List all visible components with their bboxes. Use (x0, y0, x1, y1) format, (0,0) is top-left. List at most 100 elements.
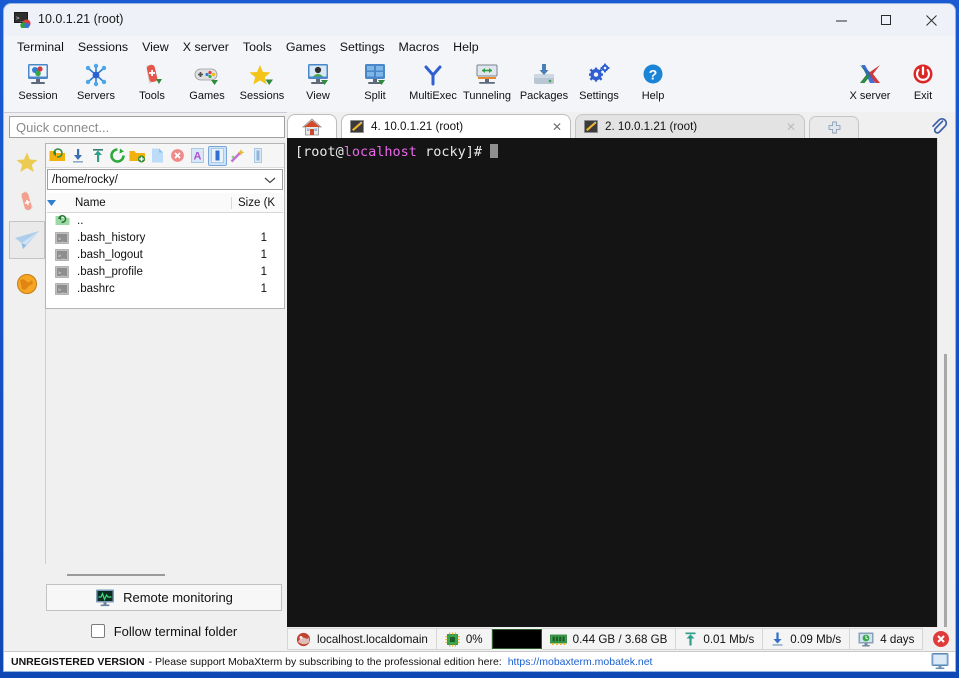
table-row[interactable]: >_ .bash_profile 1 (47, 263, 283, 280)
sftp-magic-wand[interactable] (228, 146, 247, 166)
tab-home[interactable] (287, 114, 337, 138)
remote-monitoring-button[interactable]: Remote monitoring (46, 584, 282, 611)
tab-session-2-close[interactable]: ✕ (786, 120, 796, 134)
quick-connect-input[interactable] (10, 117, 284, 137)
sort-ascending-icon[interactable] (47, 199, 75, 206)
status-memory[interactable]: 0.44 GB / 3.68 GB (541, 628, 677, 650)
svg-text:?: ? (649, 67, 658, 83)
sftp-file-list[interactable]: .. >_ .bash_history 1 >_ .bash_logout 1 … (47, 212, 283, 307)
toolbar-multiexec[interactable]: MultiExec (402, 61, 464, 109)
minimize-button[interactable] (819, 4, 864, 36)
svg-text:>_: >_ (58, 270, 65, 276)
sftp-text-mode[interactable]: A (188, 146, 207, 166)
file-size: 1 (260, 231, 267, 244)
toolbar-help[interactable]: ? Help (626, 61, 680, 109)
toolbar-tools[interactable]: Tools (123, 61, 181, 109)
splitter-grip[interactable] (67, 574, 165, 576)
table-row[interactable]: >_ .bash_history 1 (47, 229, 283, 246)
download-arrow-icon (771, 632, 784, 646)
toolbar-settings[interactable]: Settings (570, 61, 628, 109)
toolbar-exit[interactable]: Exit (898, 61, 948, 109)
toolbar-session[interactable]: Session (9, 61, 67, 109)
sidebar-sftp[interactable] (9, 221, 45, 259)
table-row[interactable]: >_ .bash_logout 1 (47, 246, 283, 263)
table-row[interactable]: .. (47, 212, 283, 229)
unregistered-label: UNREGISTERED VERSION (11, 656, 145, 668)
cpu-icon (445, 631, 460, 647)
toolbar-tunneling[interactable]: Tunneling (456, 61, 518, 109)
paperclip-icon (930, 117, 947, 135)
sftp-parent-folder[interactable] (48, 146, 67, 166)
menu-settings[interactable]: Settings (333, 37, 392, 57)
toolbar-games[interactable]: Games (178, 61, 236, 109)
close-button[interactable] (909, 4, 954, 36)
tab-session-4-close[interactable]: ✕ (552, 120, 562, 134)
sftp-upload[interactable] (88, 146, 107, 166)
sftp-show-hidden[interactable] (208, 145, 227, 166)
chevron-down-icon[interactable] (264, 176, 282, 184)
toolbar-view-label: View (306, 90, 330, 102)
toolbar-split-label: Split (364, 90, 386, 102)
sftp-new-folder[interactable] (128, 146, 147, 166)
toolbar-packages[interactable]: Packages (514, 61, 574, 109)
status-uptime[interactable]: 4 days (850, 628, 924, 650)
status-cpu[interactable]: 0% (436, 628, 492, 650)
sftp-download[interactable] (68, 146, 87, 166)
toolbar-x-server[interactable]: X server (840, 61, 900, 109)
footer-link[interactable]: https://mobaxterm.mobatek.net (508, 656, 653, 668)
follow-terminal-folder-row[interactable]: Follow terminal folder (46, 619, 282, 643)
sftp-new-file[interactable] (148, 146, 167, 166)
monitor-icon[interactable] (931, 653, 949, 670)
menu-games[interactable]: Games (279, 37, 333, 57)
file-size: 1 (260, 265, 267, 278)
toolbar-sessions[interactable]: Sessions (233, 61, 291, 109)
column-header-name[interactable]: Name (75, 197, 231, 209)
new-tab-button[interactable] (809, 116, 859, 139)
sftp-refresh[interactable] (108, 146, 127, 166)
menu-bar: Terminal Sessions View X server Tools Ga… (4, 36, 955, 58)
session-icon (25, 61, 51, 89)
attach-button[interactable] (927, 116, 949, 136)
menu-terminal[interactable]: Terminal (10, 37, 71, 57)
menu-macros[interactable]: Macros (392, 37, 447, 57)
status-hostname[interactable]: localhost.localdomain (287, 628, 437, 650)
status-download-label: 0.09 Mb/s (790, 632, 842, 646)
sidebar-tools[interactable] (9, 182, 45, 220)
follow-terminal-folder-checkbox[interactable] (90, 624, 105, 638)
status-cpu-graph[interactable] (491, 629, 542, 649)
file-icon: >_ (47, 231, 77, 244)
sftp-path-combo[interactable]: /home/rocky/ (47, 169, 283, 190)
footer-text: - Please support MobaXterm by subscribin… (148, 656, 502, 668)
terminal-scrollbar[interactable] (937, 138, 955, 628)
menu-x-server[interactable]: X server (176, 37, 236, 57)
sftp-extra[interactable] (248, 146, 267, 166)
tab-session-2[interactable]: 2. 10.0.1.21 (root) ✕ (575, 114, 805, 138)
sftp-delete[interactable] (168, 146, 187, 166)
column-header-size[interactable]: Size (K (231, 196, 283, 209)
left-sidebar (9, 143, 46, 651)
menu-help[interactable]: Help (446, 37, 485, 57)
sidebar-bookmarks[interactable] (9, 143, 45, 181)
sftp-lower-panel: Remote monitoring Follow terminal folder (45, 564, 285, 651)
status-close-button[interactable] (931, 629, 951, 649)
toolbar-split[interactable]: Split (346, 61, 404, 109)
file-name: .bash_history (77, 231, 146, 244)
menu-view[interactable]: View (135, 37, 176, 57)
toolbar-servers[interactable]: Servers (67, 61, 125, 109)
file-icon: >_ (47, 248, 77, 261)
tab-session-4[interactable]: 4. 10.0.1.21 (root) ✕ (341, 114, 571, 138)
sidebar-macros[interactable] (9, 265, 45, 303)
table-row[interactable]: >_ .bashrc 1 (47, 280, 283, 297)
split-icon (362, 61, 388, 89)
scrollbar-thumb[interactable] (944, 354, 947, 628)
status-bar: localhost.localdomain 0% 0.44 GB / 3.68 … (287, 627, 955, 651)
quick-connect-box[interactable] (9, 116, 285, 138)
menu-tools[interactable]: Tools (236, 37, 279, 57)
status-download[interactable]: 0.09 Mb/s (763, 628, 851, 650)
toolbar-view[interactable]: View (289, 61, 347, 109)
file-name: .bash_logout (77, 248, 143, 261)
status-upload[interactable]: 0.01 Mb/s (676, 628, 764, 650)
terminal-output[interactable]: [root@localhost rocky]# (287, 138, 938, 627)
menu-sessions[interactable]: Sessions (71, 37, 135, 57)
maximize-button[interactable] (864, 4, 909, 36)
